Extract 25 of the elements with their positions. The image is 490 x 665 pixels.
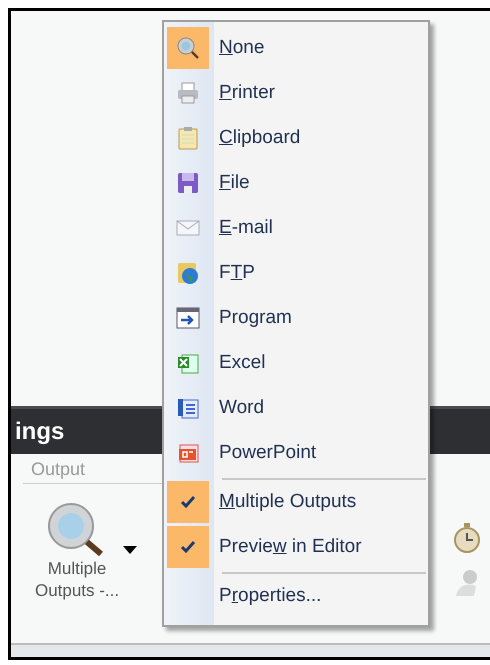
menu-item[interactable]: Word: [164, 387, 428, 429]
checkmark-icon: [181, 496, 195, 508]
multiple-outputs-button[interactable]: Multiple Outputs -...: [35, 500, 120, 602]
menu-item[interactable]: Excel: [164, 342, 428, 384]
menu-item[interactable]: E-mail: [164, 207, 428, 249]
checkmark-icon: [181, 541, 195, 553]
printer-icon: [176, 81, 200, 105]
stopwatch-icon[interactable]: [452, 522, 482, 554]
menu-item[interactable]: PowerPoint: [164, 432, 428, 474]
dropdown-caret-icon[interactable]: [123, 546, 138, 554]
program-window-icon: [176, 306, 200, 330]
menu-item[interactable]: Printer: [164, 72, 428, 114]
magnifier-icon: [176, 36, 200, 60]
globe-folder-icon: [176, 261, 200, 285]
menu-item[interactable]: Program: [164, 297, 428, 339]
clipboard-icon: [176, 126, 200, 150]
document-icon: [176, 396, 200, 420]
menu-item[interactable]: None: [164, 27, 428, 69]
menu-item[interactable]: FTP: [164, 252, 428, 294]
menu-item[interactable]: Multiple Outputs: [164, 481, 428, 523]
menu-item[interactable]: Clipboard: [164, 117, 428, 159]
menu-item[interactable]: Preview in Editor: [164, 526, 428, 568]
menu-item[interactable]: File: [164, 162, 428, 204]
menu-item[interactable]: Properties...: [164, 575, 428, 617]
ribbon-title: ings: [15, 416, 64, 446]
